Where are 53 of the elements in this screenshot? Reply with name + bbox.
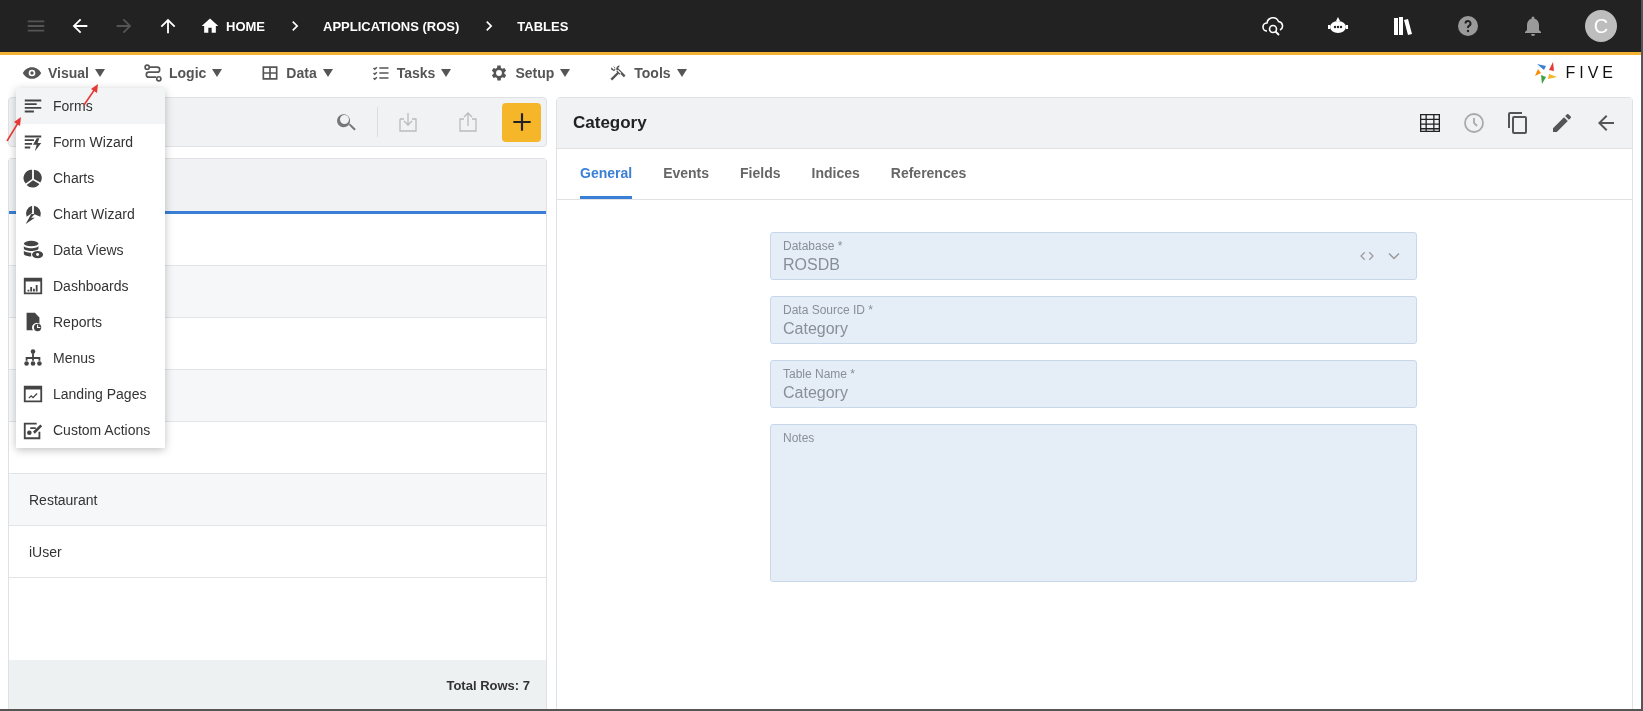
copy-icon[interactable]: [1506, 111, 1530, 135]
tab[interactable]: Fields: [740, 149, 781, 199]
breadcrumb-link[interactable]: TABLES: [517, 18, 569, 34]
caret-icon: [95, 67, 105, 78]
tab[interactable]: Events: [663, 149, 710, 199]
menu-item[interactable]: Form Wizard: [16, 124, 165, 160]
row-label: iUser: [29, 543, 62, 560]
pie-chart-icon: [22, 167, 44, 189]
caret-icon: [560, 67, 571, 78]
total-rows: Total Rows: 7: [446, 678, 530, 693]
menu-item[interactable]: Reports: [16, 304, 165, 340]
menu-item[interactable]: Data Views: [16, 232, 165, 268]
dashboard-icon: [22, 275, 44, 297]
menu-button[interactable]: Data: [286, 64, 317, 81]
home-icon: [200, 16, 220, 36]
list-row[interactable]: Restaurant: [9, 474, 546, 526]
list-row[interactable]: iUser: [9, 526, 546, 578]
menu-button[interactable]: Setup: [515, 64, 555, 81]
breadcrumb-link[interactable]: APPLICATIONS (ROS): [323, 18, 460, 34]
edit-icon[interactable]: [1550, 111, 1574, 135]
menu-button[interactable]: Tools: [634, 64, 671, 81]
database-icon: [22, 239, 44, 261]
menu-button[interactable]: Logic: [169, 64, 207, 81]
cloud-search-icon[interactable]: [1261, 14, 1285, 38]
tab[interactable]: References: [890, 149, 967, 199]
books-icon[interactable]: [1391, 14, 1415, 38]
hierarchy-icon: [22, 347, 44, 369]
caret-icon: [212, 67, 223, 78]
caret-icon: [676, 67, 687, 78]
breadcrumb-link[interactable]: HOME: [226, 18, 265, 34]
add-button[interactable]: [502, 102, 541, 142]
menu-item[interactable]: Custom Actions: [16, 412, 165, 448]
menu-item[interactable]: Menus: [16, 340, 165, 376]
flow-icon: [143, 62, 163, 83]
menu-item[interactable]: Forms: [16, 88, 165, 124]
menu-item[interactable]: Dashboards: [16, 268, 165, 304]
help-icon[interactable]: [1456, 14, 1480, 38]
menu-button[interactable]: Tasks: [396, 64, 436, 81]
menu-item[interactable]: Chart Wizard: [16, 196, 165, 232]
form-title: Category: [573, 113, 647, 133]
logo-wordmark: FIVE: [1565, 63, 1617, 82]
caret-icon: [322, 67, 333, 78]
annotation-arrow: [5, 114, 23, 142]
landing-page-icon: [22, 383, 44, 405]
grid-icon[interactable]: [1418, 111, 1442, 135]
menu-item[interactable]: Charts: [16, 160, 165, 196]
caret-icon: [441, 67, 452, 78]
tab[interactable]: General: [580, 149, 633, 199]
menu-button[interactable]: Visual: [48, 64, 89, 81]
row-label: Restaurant: [29, 491, 98, 508]
tools-icon: [608, 62, 629, 83]
menu-item[interactable]: Landing Pages: [16, 376, 165, 412]
tab[interactable]: Indices: [811, 149, 860, 199]
